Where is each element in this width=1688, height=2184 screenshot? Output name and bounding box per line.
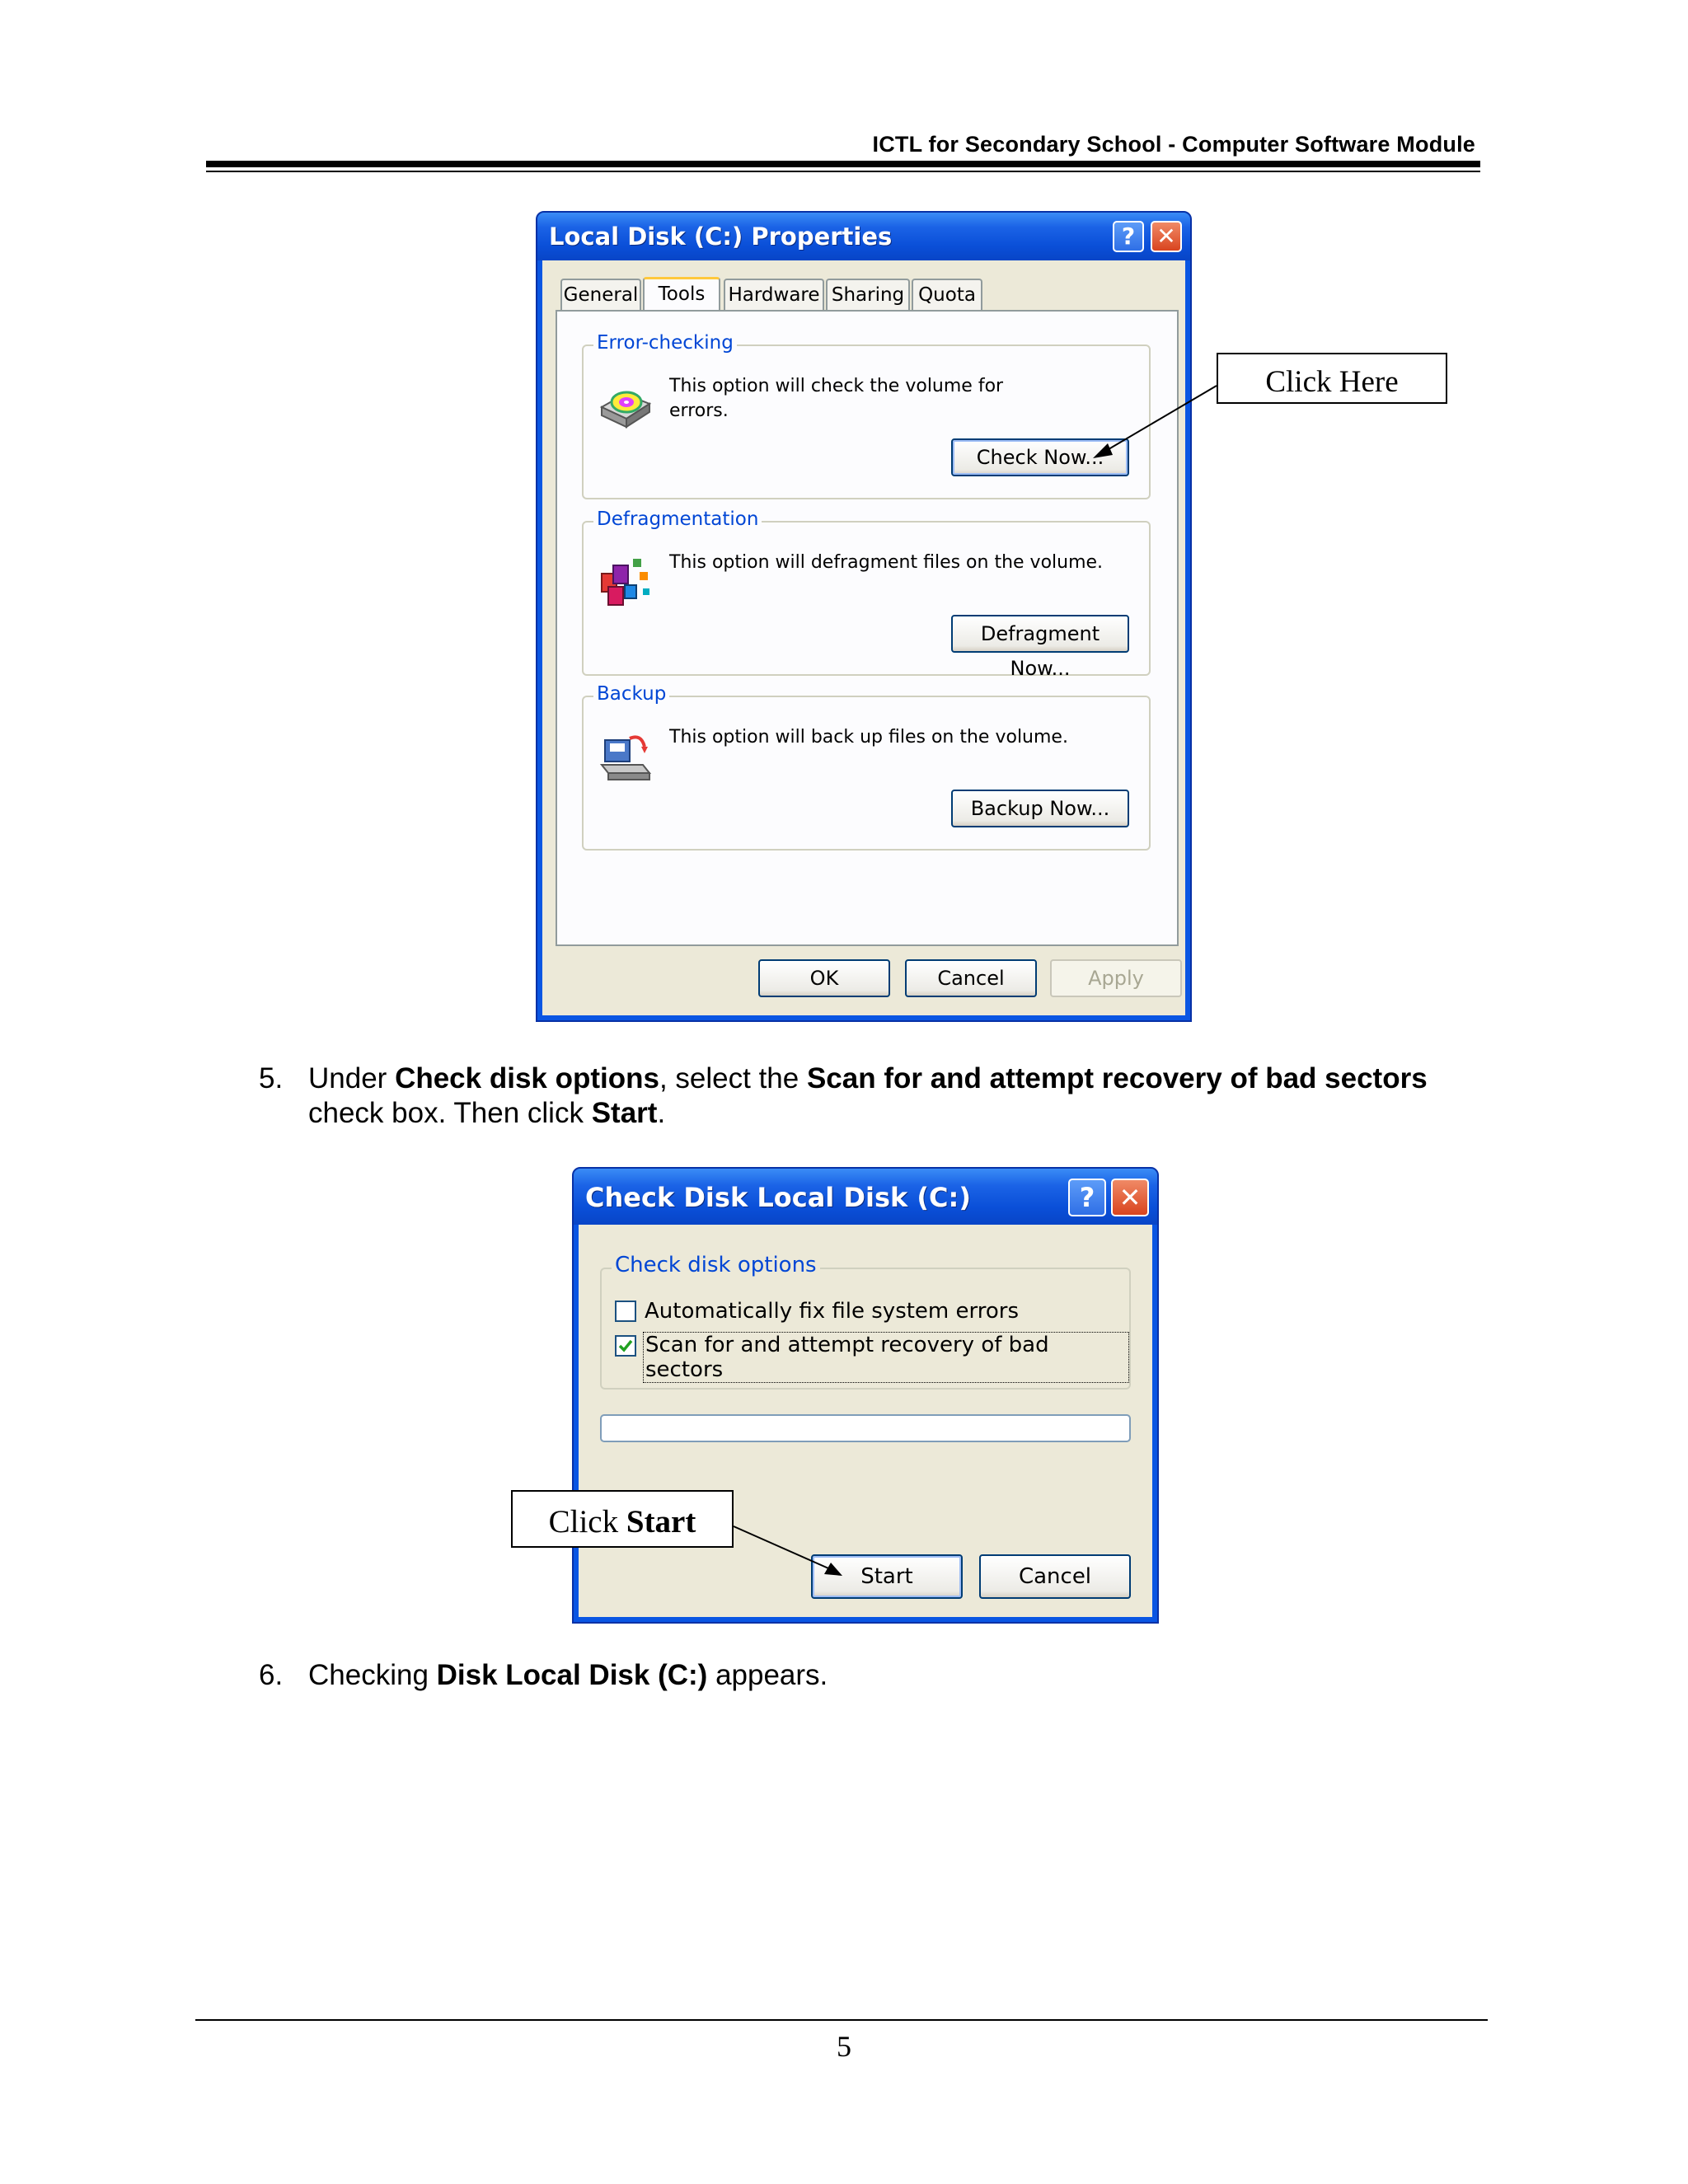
- step-6-part: Checking: [308, 1659, 437, 1691]
- step-6-text: Checking Disk Local Disk (C:) appears.: [308, 1658, 828, 1693]
- step-6-bold: Disk Local Disk (C:): [436, 1659, 708, 1691]
- click-start-arrow: [733, 1526, 842, 1576]
- footer-rule: [195, 2019, 1488, 2021]
- step-6-part: appears.: [707, 1659, 828, 1691]
- step-6: 6. Checking Disk Local Disk (C:) appears…: [259, 1658, 1429, 1694]
- step-6-number: 6.: [259, 1659, 284, 1691]
- page-number: 5: [837, 2030, 851, 2063]
